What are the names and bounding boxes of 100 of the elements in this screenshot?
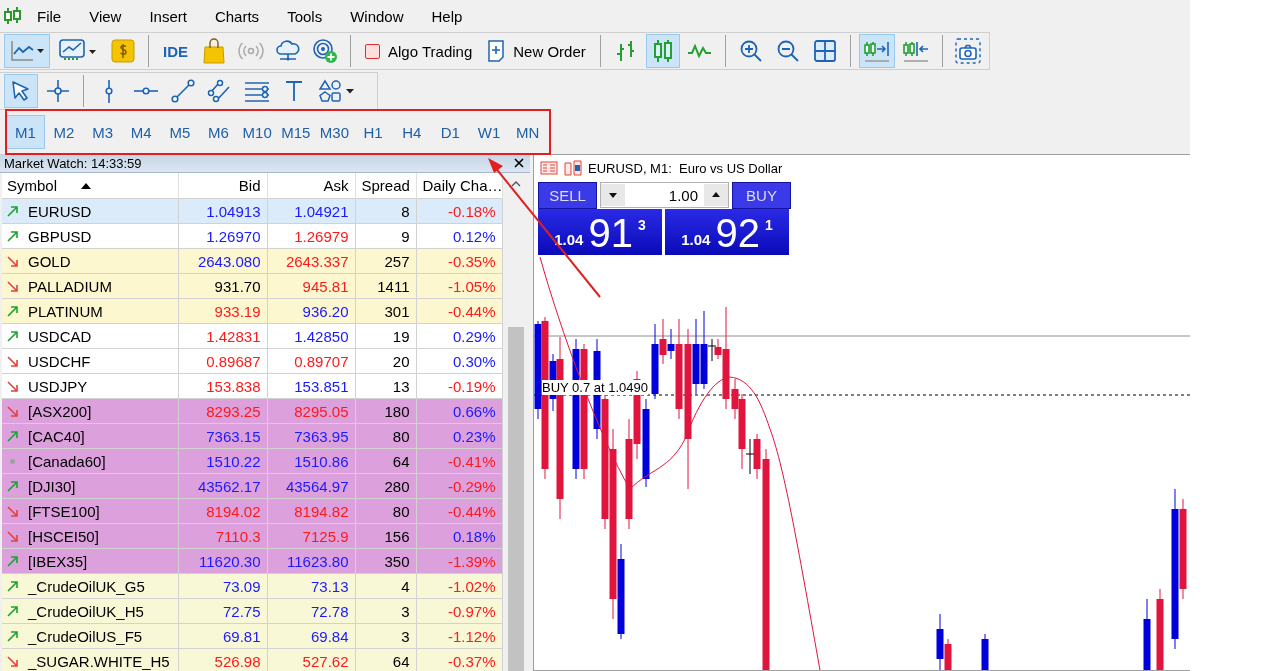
timeframe-tab[interactable]: M3 (83, 115, 122, 149)
candlestick-icon[interactable] (645, 34, 680, 68)
ask-price: 7363.95 (267, 423, 355, 449)
spread-value: 9 (355, 223, 416, 249)
down-arrow-icon (7, 405, 18, 417)
column-header[interactable]: Daily Cha… (416, 173, 502, 199)
symbol-row[interactable]: [HSCEI50] 7110.3 7125.9 156 0.18% (2, 523, 502, 549)
timeframe-tab[interactable]: M4 (121, 115, 161, 149)
volume-field[interactable]: 1.00 (600, 182, 729, 208)
daily-change: 0.12% (452, 227, 496, 245)
autoscroll-icon[interactable] (858, 34, 895, 68)
symbol-name: _CrudeOilUK_H5 (28, 602, 144, 620)
symbol-row[interactable]: GBPUSD 1.26970 1.26979 9 0.12% (2, 223, 502, 249)
menu-item[interactable]: File (37, 7, 62, 25)
symbol-row[interactable]: [ASX200] 8293.25 8295.05 180 0.66% (2, 398, 502, 424)
timeframe-tab[interactable]: M2 (44, 115, 84, 149)
spread-value: 19 (355, 323, 416, 349)
daily-change: 0.23% (452, 427, 496, 445)
up-arrow-icon (7, 430, 18, 442)
up-arrow-icon (7, 630, 18, 642)
menu-item[interactable]: Tools (287, 7, 323, 25)
timeframe-tab[interactable]: M30 (315, 115, 354, 149)
timeframe-tab[interactable]: M15 (276, 115, 316, 149)
symbol-name: USDCAD (28, 327, 92, 345)
ask-price: 11623.80 (267, 548, 355, 574)
symbol-row[interactable]: EURUSD 1.04913 1.04921 8 -0.18% (2, 198, 502, 224)
timeframe-tab[interactable]: M10 (237, 115, 277, 149)
daily-change: -0.37% (447, 652, 496, 670)
symbol-row[interactable]: PLATINUM 933.19 936.20 301 -0.44% (2, 298, 502, 324)
menu-item[interactable]: Help (431, 7, 463, 25)
daily-change: -0.29% (447, 477, 496, 495)
scroll-up-icon[interactable] (510, 181, 521, 187)
up-arrow-icon (7, 555, 18, 567)
symbol-name: [ASX200] (28, 402, 92, 420)
spread-value: 80 (355, 423, 416, 449)
daily-change: -1.05% (447, 277, 496, 295)
bid-price: 1.04913 (178, 198, 267, 224)
symbol-row[interactable]: USDCHF 0.89687 0.89707 20 0.30% (2, 348, 502, 374)
candlestick (981, 633, 989, 670)
chart-type-button[interactable] (4, 34, 50, 68)
ask-price: 1.04921 (267, 198, 355, 224)
timeframe-tab[interactable]: MN (508, 115, 547, 149)
scrollbar-thumb[interactable] (507, 327, 524, 671)
symbol-row[interactable]: _SUGAR.WHITE_H5 526.98 527.62 64 -0.37% (2, 648, 502, 671)
symbol-row[interactable]: USDJPY 153.838 153.851 13 -0.19% (2, 373, 502, 399)
column-header[interactable]: Symbol (2, 173, 178, 199)
symbol-row[interactable]: _CrudeOilUK_G5 73.09 73.13 4 -1.02% (2, 573, 502, 599)
timeframe-tab[interactable]: W1 (469, 115, 509, 149)
symbol-row[interactable]: [Canada60] 1510.22 1510.86 64 -0.41% (2, 448, 502, 474)
down-arrow-icon (7, 380, 18, 392)
decrease-icon[interactable] (601, 184, 625, 206)
symbol-row[interactable]: USDCAD 1.42831 1.42850 19 0.29% (2, 323, 502, 349)
timeframe-tab[interactable]: D1 (431, 115, 470, 149)
bid-price: 7363.15 (178, 423, 267, 449)
close-icon[interactable] (514, 158, 524, 168)
symbol-name: PALLADIUM (28, 277, 112, 295)
app-logo-icon (3, 6, 23, 26)
symbol-row[interactable]: PALLADIUM 931.70 945.81 1411 -1.05% (2, 273, 502, 299)
spread-value: 180 (355, 398, 416, 424)
bid-price: 0.89687 (178, 348, 267, 374)
symbol-row[interactable]: [CAC40] 7363.15 7363.95 80 0.23% (2, 423, 502, 449)
symbol-row[interactable]: _CrudeOilUK_H5 72.75 72.78 3 -0.97% (2, 598, 502, 624)
timeframe-tab[interactable]: M6 (199, 115, 238, 149)
timeframe-tab[interactable]: M1 (6, 115, 45, 149)
ask-price: 153.851 (267, 373, 355, 399)
column-header[interactable]: Spread (355, 173, 416, 199)
menu-item[interactable]: View (89, 7, 122, 25)
bid-price: 11620.30 (178, 548, 267, 574)
cursor-icon[interactable] (4, 74, 38, 108)
symbol-row[interactable]: [DJI30] 43562.17 43564.97 280 -0.29% (2, 473, 502, 499)
spread-value: 350 (355, 548, 416, 574)
timeframe-tab[interactable]: M5 (160, 115, 200, 149)
symbol-name: [HSCEI50] (28, 527, 99, 545)
symbol-name: [Canada60] (28, 452, 106, 470)
symbol-row[interactable]: _CrudeOilUS_F5 69.81 69.84 3 -1.12% (2, 623, 502, 649)
sell-button[interactable]: SELL (538, 182, 597, 209)
symbol-name: _CrudeOilUS_F5 (28, 627, 143, 645)
algo-trading-button[interactable]: Algo Trading (359, 34, 479, 68)
spread-value: 156 (355, 523, 416, 549)
menu-item[interactable]: Insert (149, 7, 187, 25)
column-header[interactable]: Ask (267, 173, 355, 199)
doji-candlestick (745, 438, 755, 475)
bid-price: 73.09 (178, 573, 267, 599)
menu-item[interactable]: Window (350, 7, 404, 25)
down-arrow-icon (7, 280, 18, 292)
chart-data-icon[interactable] (564, 160, 582, 176)
timeframe-tab[interactable]: H4 (392, 115, 432, 149)
bid-price: 2643.080 (178, 248, 267, 274)
new-order-button[interactable]: New Order (481, 34, 592, 68)
order-line-label: BUY 0.7 at 1.0490 (542, 380, 648, 395)
symbol-row[interactable]: [IBEX35] 11620.30 11623.80 350 -1.39% (2, 548, 502, 574)
ask-price: 7125.9 (267, 523, 355, 549)
buy-button[interactable]: BUY (732, 182, 791, 209)
symbol-row[interactable]: [FTSE100] 8194.02 8194.82 80 -0.44% (2, 498, 502, 524)
column-header[interactable]: Bid (178, 173, 267, 199)
increase-icon[interactable] (704, 184, 728, 206)
ide-button[interactable]: IDE (157, 34, 194, 68)
menu-item[interactable]: Charts (214, 7, 260, 25)
timeframe-tab[interactable]: H1 (353, 115, 393, 149)
symbol-row[interactable]: GOLD 2643.080 2643.337 257 -0.35% (2, 248, 502, 274)
